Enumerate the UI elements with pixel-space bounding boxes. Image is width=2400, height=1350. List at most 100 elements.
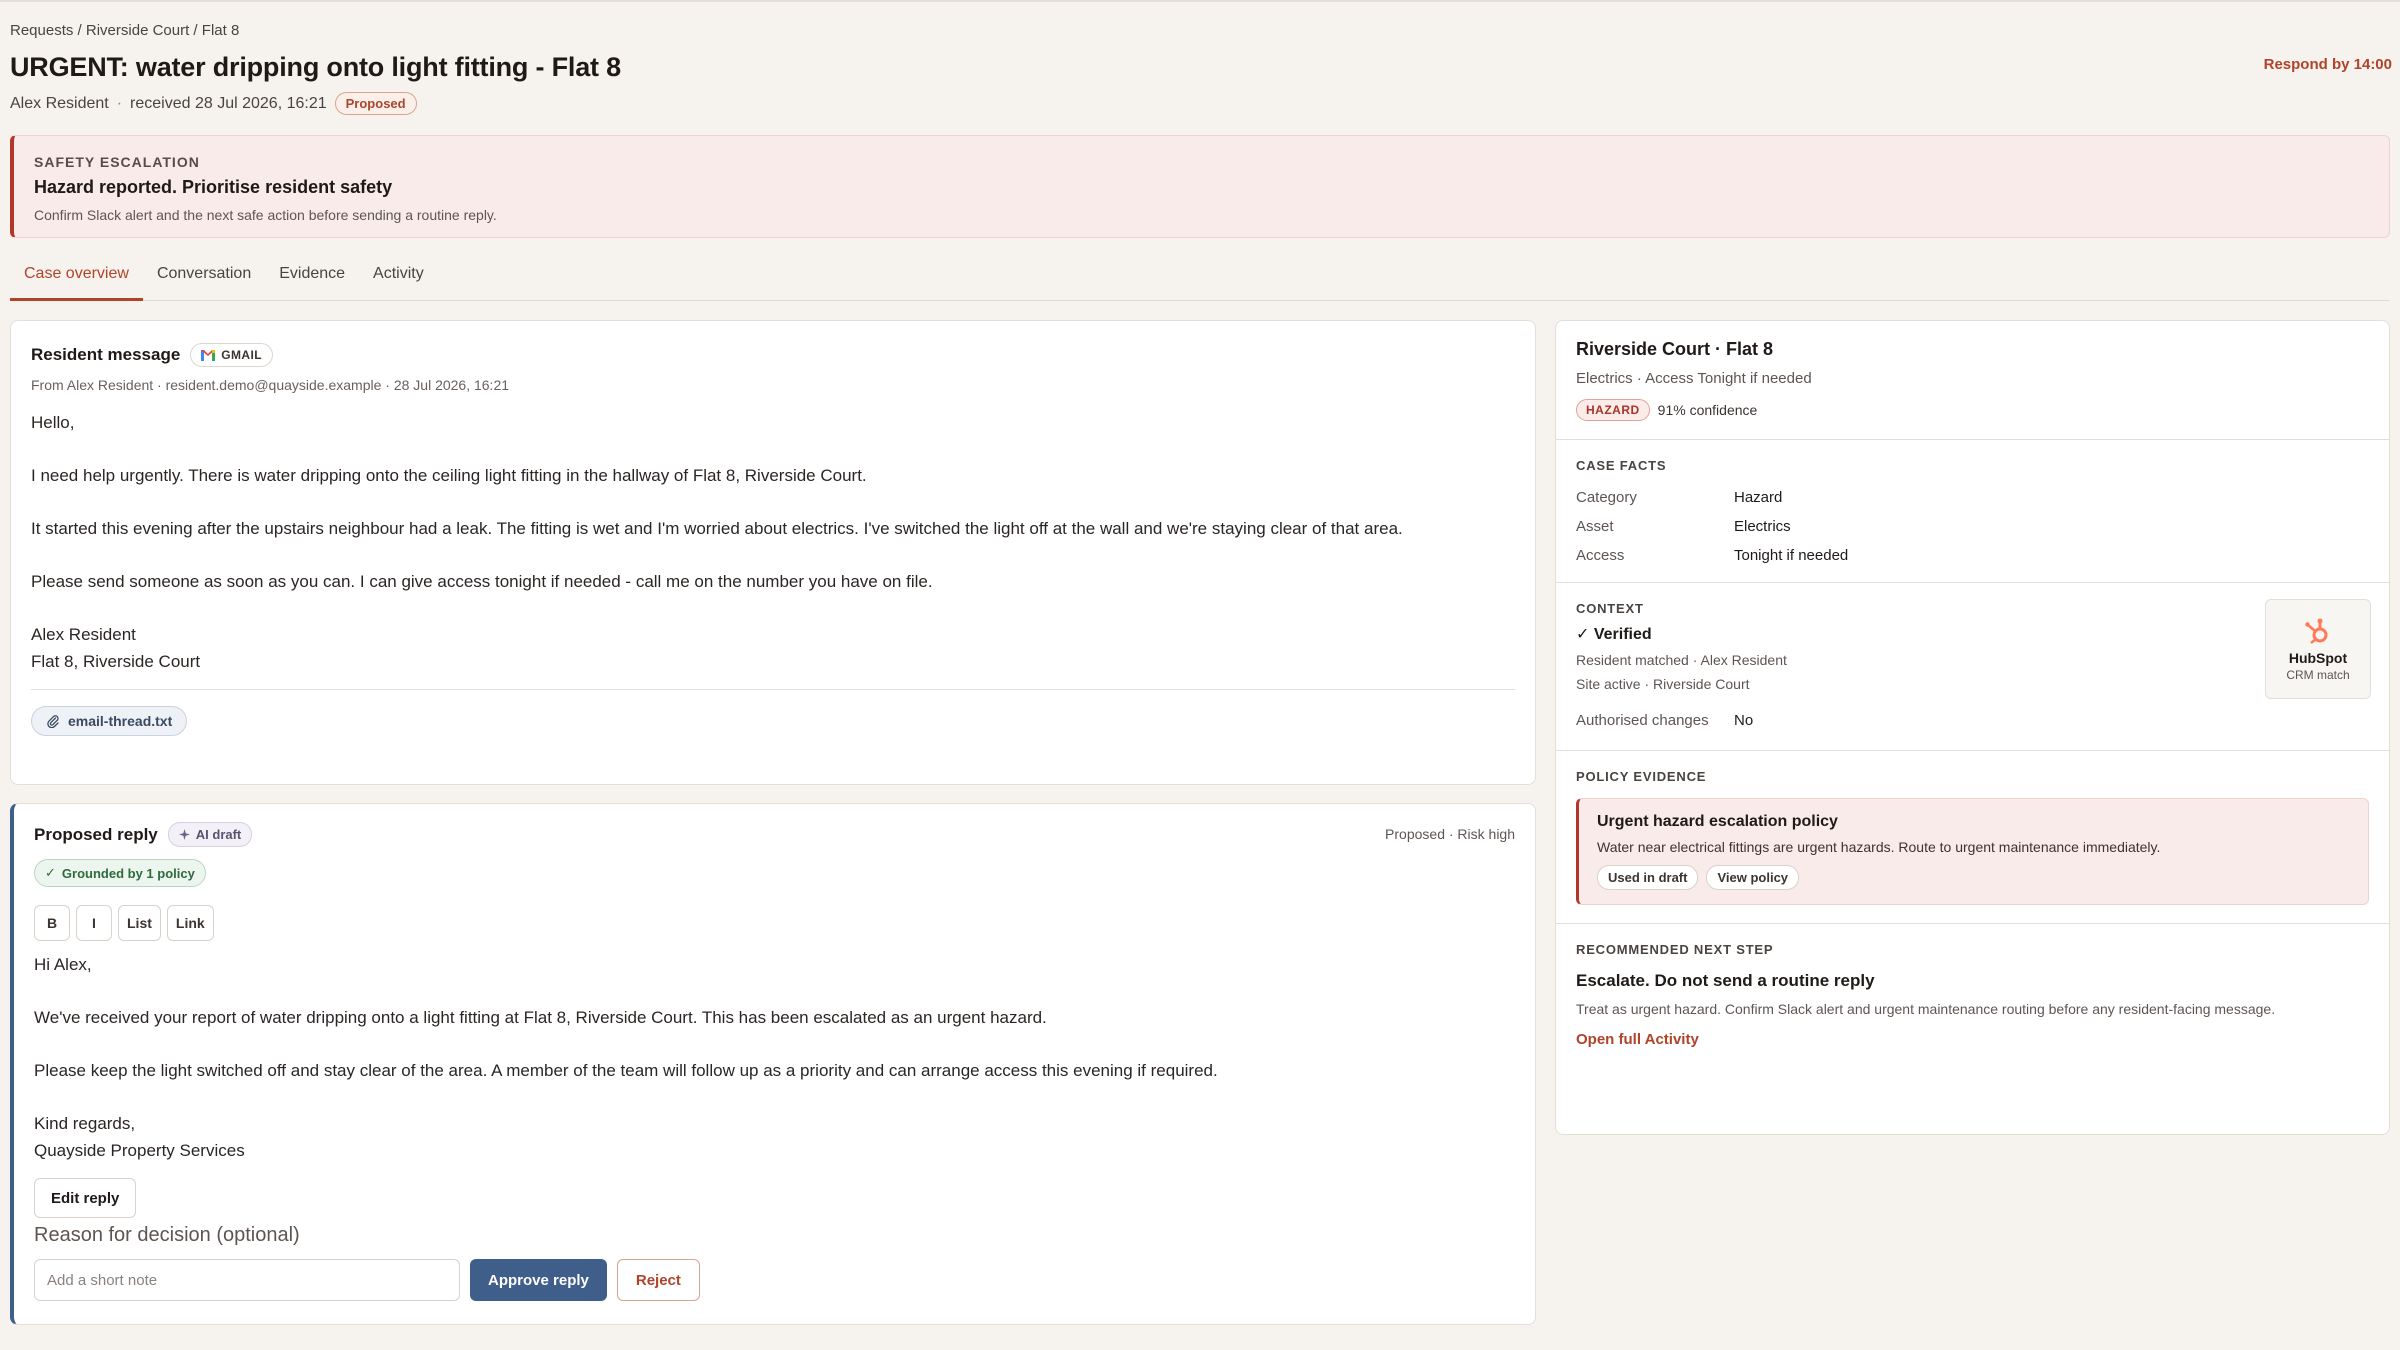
resident-name: Alex Resident [10, 94, 109, 112]
escalation-title: Hazard reported. Prioritise resident saf… [34, 177, 393, 197]
reply-signoff-company: Quayside Property Services [34, 1141, 245, 1160]
reply-paragraph: Please keep the light switched off and s… [34, 1061, 1218, 1080]
context-site-active: Site active · Riverside Court [1576, 676, 1750, 692]
resident-message-title: Resident message [31, 345, 181, 364]
grounded-label: Grounded by 1 policy [61, 865, 195, 881]
respond-by-deadline: Respond by 14:00 [2263, 56, 2392, 73]
hubspot-crm-badge[interactable]: HubSpot CRM match [2265, 599, 2371, 699]
gmail-icon [201, 349, 216, 361]
breadcrumb: Requests / Riverside Court / Flat 8 [10, 22, 239, 39]
property-subtitle: Electrics · Access Tonight if needed [1576, 370, 1812, 387]
message-signature-address: Flat 8, Riverside Court [31, 652, 201, 671]
source-label: GMAIL [221, 348, 262, 362]
tab-evidence[interactable]: Evidence [265, 255, 359, 301]
authorised-changes-label: Authorised changes [1576, 712, 1709, 729]
resident-message-card: Resident message GMAIL From Alex Residen… [10, 320, 1536, 785]
message-paragraph: Hello, [31, 413, 75, 432]
policy-text: Water near electrical fittings are urgen… [1597, 839, 2161, 855]
top-divider [0, 0, 2400, 2]
next-step-text: Treat as urgent hazard. Confirm Slack al… [1576, 1001, 2276, 1017]
ai-draft-chip: AI draft [167, 822, 253, 847]
property-summary: Riverside Court · Flat 8 Electrics · Acc… [1556, 321, 2389, 440]
format-toolbar: B I List Link [34, 905, 1515, 941]
sparkle-icon [178, 829, 190, 840]
tab-case-overview[interactable]: Case overview [10, 255, 143, 301]
fact-label-asset: Asset [1576, 518, 1614, 535]
message-body: Hello, I need help urgently. There is wa… [31, 409, 1515, 675]
approve-reply-button[interactable]: Approve reply [470, 1259, 607, 1301]
case-facts-section: CASE FACTS Category Hazard Asset Electri… [1556, 440, 2389, 583]
hazard-badge: HAZARD [1576, 399, 1650, 421]
policy-card: Urgent hazard escalation policy Water ne… [1576, 798, 2369, 905]
breadcrumb-item-requests[interactable]: Requests [10, 22, 73, 39]
message-divider [31, 689, 1515, 690]
breadcrumb-item-flat: Flat 8 [201, 22, 240, 39]
crm-match-label: CRM match [2286, 668, 2350, 682]
confidence-label: 91% confidence [1657, 402, 1758, 418]
status-badge: Proposed [334, 92, 417, 115]
fact-label-access: Access [1576, 547, 1625, 564]
case-sidebar: Riverside Court · Flat 8 Electrics · Acc… [1555, 320, 2390, 1135]
context-heading: CONTEXT [1576, 601, 1644, 616]
context-section: CONTEXT ✓ Verified Resident matched · Al… [1556, 583, 2389, 751]
meta-separator: · [116, 94, 123, 112]
link-button[interactable]: Link [166, 905, 214, 941]
reply-paragraph: Hi Alex, [34, 955, 92, 974]
check-icon: ✓ [45, 865, 56, 880]
property-title: Riverside Court · Flat 8 [1576, 339, 1774, 359]
breadcrumb-separator: / [189, 22, 202, 39]
grounded-chip: ✓ Grounded by 1 policy [34, 859, 206, 887]
list-button[interactable]: List [118, 905, 161, 941]
hubspot-label: HubSpot [2288, 650, 2348, 666]
fact-value-category: Hazard [1734, 489, 1783, 506]
reply-risk-meta: Proposed · Risk high [1385, 826, 1515, 842]
message-signature-name: Alex Resident [31, 625, 136, 644]
bold-button[interactable]: B [34, 905, 70, 941]
breadcrumb-separator: / [73, 22, 86, 39]
policy-title: Urgent hazard escalation policy [1597, 813, 1838, 830]
next-step-heading: RECOMMENDED NEXT STEP [1576, 942, 1774, 957]
escalation-kicker: SAFETY ESCALATION [34, 154, 200, 170]
fact-value-access: Tonight if needed [1734, 547, 1849, 564]
italic-button[interactable]: I [76, 905, 112, 941]
authorised-changes-value: No [1734, 712, 1754, 729]
reply-signoff: Kind regards, [34, 1114, 136, 1133]
reason-note-input[interactable] [34, 1259, 460, 1301]
used-in-draft-chip: Used in draft [1597, 865, 1699, 890]
source-chip: GMAIL [190, 343, 273, 367]
policy-evidence-section: POLICY EVIDENCE Urgent hazard escalation… [1556, 751, 2389, 924]
reason-label: Reason for decision (optional) [34, 1224, 300, 1246]
case-tabs: Case overview Conversation Evidence Acti… [10, 255, 2390, 301]
fact-value-asset: Electrics [1734, 518, 1791, 535]
tab-activity[interactable]: Activity [359, 255, 438, 301]
reply-paragraph: We've received your report of water drip… [34, 1008, 1047, 1027]
message-paragraph: Please send someone as soon as you can. … [31, 572, 933, 591]
ai-draft-label: AI draft [195, 827, 242, 842]
proposed-reply-title: Proposed reply [34, 824, 158, 844]
paperclip-icon [47, 715, 59, 728]
page-title: URGENT: water dripping onto light fittin… [10, 52, 621, 82]
policy-evidence-heading: POLICY EVIDENCE [1576, 769, 1707, 784]
next-step-section: RECOMMENDED NEXT STEP Escalate. Do not s… [1556, 924, 2389, 1067]
view-policy-button[interactable]: View policy [1706, 865, 1800, 890]
fact-label-category: Category [1576, 489, 1637, 506]
edit-reply-button[interactable]: Edit reply [34, 1178, 137, 1218]
message-paragraph: It started this evening after the upstai… [31, 519, 1403, 538]
escalation-text: Confirm Slack alert and the next safe ac… [34, 207, 497, 223]
proposed-reply-card: Proposed reply AI draft Proposed · Risk … [10, 803, 1536, 1325]
reply-editor[interactable]: Hi Alex, We've received your report of w… [34, 951, 1515, 1164]
safety-escalation-banner: SAFETY ESCALATION Hazard reported. Prior… [10, 135, 2390, 238]
attachment-chip[interactable]: email-thread.txt [31, 706, 188, 736]
reject-button[interactable]: Reject [616, 1259, 700, 1301]
message-sender-line: From Alex Resident · resident.demo@quays… [31, 377, 510, 393]
next-step-title: Escalate. Do not send a routine reply [1576, 971, 1875, 990]
hubspot-icon [2305, 618, 2328, 644]
decision-row: Approve reply Reject [34, 1259, 1515, 1301]
attachment-name: email-thread.txt [68, 713, 173, 729]
request-meta: Alex Resident · received 28 Jul 2026, 16… [10, 92, 417, 115]
open-full-activity-link[interactable]: Open full Activity [1576, 1031, 1699, 1048]
context-resident-match: Resident matched · Alex Resident [1576, 652, 1787, 668]
breadcrumb-item-building[interactable]: Riverside Court [86, 22, 189, 39]
tab-conversation[interactable]: Conversation [143, 255, 265, 301]
received-time: received 28 Jul 2026, 16:21 [130, 94, 327, 112]
